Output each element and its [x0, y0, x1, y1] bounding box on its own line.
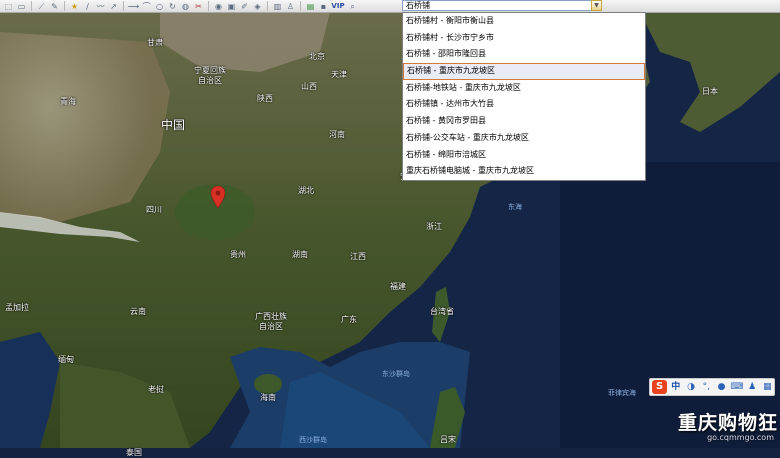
- map-label-china: 中国: [161, 118, 186, 132]
- map-label-beijing: 北京: [309, 52, 325, 61]
- ime-toolbar: S 中 ◑ °, ● ⌨ ♟ ▦: [649, 378, 775, 396]
- circle-icon[interactable]: ○: [153, 1, 166, 12]
- map-label-yunnan: 云南: [130, 307, 146, 316]
- map-label-laos: 老挝: [148, 385, 164, 394]
- photo-icon[interactable]: ▣: [225, 1, 238, 12]
- ime-lang-toggle[interactable]: 中: [669, 380, 682, 394]
- ruler-icon[interactable]: ⟋: [35, 1, 48, 12]
- arrow-icon[interactable]: ↗: [107, 1, 120, 12]
- map-label-sichuan: 四川: [146, 205, 162, 214]
- polyline-icon[interactable]: 〰: [94, 1, 107, 12]
- toolbox-icon[interactable]: ▦: [761, 380, 774, 394]
- map-label-hubei: 湖北: [298, 186, 314, 195]
- map-label-jiangxi: 江西: [350, 252, 366, 261]
- map-label-shanxi: 山西: [301, 82, 317, 91]
- suggestion-item[interactable]: 石桥铺村 - 衡阳市衡山县: [403, 13, 645, 30]
- sogou-logo-icon[interactable]: S: [652, 380, 668, 394]
- star-icon[interactable]: ★: [68, 1, 81, 12]
- map-label-myanmar: 缅甸: [58, 355, 74, 364]
- rotate-icon[interactable]: ↻: [166, 1, 179, 12]
- paint-icon[interactable]: ◍: [179, 1, 192, 12]
- map-label-philippine-sea: 菲律宾海: [608, 389, 636, 397]
- eraser-icon[interactable]: ✐: [238, 1, 251, 12]
- suggestion-item[interactable]: 石桥铺 - 邵阳市隆回县: [403, 46, 645, 63]
- toolbar-separator: [31, 1, 32, 11]
- map-label-bangladesh: 孟加拉: [5, 303, 29, 312]
- map-label-henan: 河南: [329, 130, 345, 139]
- suggestion-item[interactable]: 石桥铺 - 绵阳市涪城区: [403, 147, 645, 164]
- toolbar-separator: [64, 1, 65, 11]
- layers-icon[interactable]: ◈: [251, 1, 264, 12]
- suggestion-item[interactable]: 石桥铺镇 - 达州市大竹县: [403, 96, 645, 113]
- map-label-thailand: 泰国: [126, 448, 142, 457]
- map-label-ningxia: 宁夏回族 自治区: [194, 66, 226, 85]
- globe-icon[interactable]: ◉: [212, 1, 225, 12]
- suggestion-item[interactable]: 石桥铺 - 重庆市九龙坡区: [403, 63, 645, 80]
- line-icon[interactable]: ∕: [81, 1, 94, 12]
- suggestion-item[interactable]: 石桥铺-公交车站 - 重庆市九龙坡区: [403, 130, 645, 147]
- half-width-icon[interactable]: ◑: [684, 380, 697, 394]
- suggestion-item[interactable]: 石桥铺-地铁站 - 重庆市九龙坡区: [403, 80, 645, 97]
- map-label-east-sea: 东海: [508, 203, 522, 211]
- vip-icon[interactable]: VIP: [330, 2, 346, 10]
- voice-icon[interactable]: ●: [715, 380, 728, 394]
- map-label-hunan: 湖南: [292, 250, 308, 259]
- location-pin-icon[interactable]: [211, 186, 225, 208]
- map-label-gansu: 甘肃: [147, 38, 163, 47]
- place-search-input[interactable]: [402, 0, 602, 11]
- map-label-guangxi: 广西壮族 自治区: [255, 312, 287, 331]
- map-label-hainan: 海南: [260, 393, 276, 402]
- map-label-guizhou: 贵州: [230, 250, 246, 259]
- search-zoom-icon[interactable]: ⌕: [346, 1, 359, 12]
- map-label-guangdong: 广东: [341, 315, 357, 324]
- rect-select-icon[interactable]: ▭: [15, 1, 28, 12]
- map-label-lvsong: 吕宋: [440, 435, 456, 444]
- person-icon[interactable]: ♙: [284, 1, 297, 12]
- toolbar: ⬚ ▭ ⟋ ✎ ★ ∕ 〰 ↗ ⟶ ⌒ ○ ↻ ◍ ✂ ◉ ▣ ✐ ◈ ▥ ♙ …: [0, 0, 780, 13]
- window-icon[interactable]: ▤: [304, 1, 317, 12]
- search-suggestions-dropdown: 石桥铺村 - 衡阳市衡山县 石桥铺村 - 长沙市宁乡市 石桥铺 - 邵阳市隆回县 石桥…: [402, 12, 646, 181]
- punctuation-icon[interactable]: °,: [700, 380, 713, 394]
- cut-icon[interactable]: ✂: [192, 1, 205, 12]
- map-label-dongsha: 东沙群岛: [382, 370, 410, 378]
- map-label-fujian: 福建: [390, 282, 406, 291]
- map-label-taiwan: 台湾省: [430, 307, 454, 316]
- chevron-down-icon[interactable]: ▼: [591, 0, 602, 11]
- map-label-qinghai: 青海: [60, 97, 76, 106]
- map-label-japan: 日本: [702, 87, 718, 96]
- curve-icon[interactable]: ⌒: [140, 1, 153, 12]
- map-label-xisha: 西沙群岛: [299, 436, 327, 444]
- toolbar-separator: [208, 1, 209, 11]
- select-icon[interactable]: ⬚: [2, 1, 15, 12]
- skin-icon[interactable]: ♟: [745, 380, 758, 394]
- toolbar-separator: [300, 1, 301, 11]
- watermark: 重庆购物狂 go.cqmmgo.com: [650, 408, 780, 448]
- pen-icon[interactable]: ✎: [48, 1, 61, 12]
- toolbar-icons: ⬚ ▭ ⟋ ✎ ★ ∕ 〰 ↗ ⟶ ⌒ ○ ↻ ◍ ✂ ◉ ▣ ✐ ◈ ▥ ♙ …: [0, 0, 359, 12]
- watermark-title: 重庆购物狂: [677, 412, 778, 434]
- map-label-zhejiang: 浙江: [426, 222, 442, 231]
- chat-icon[interactable]: ▪: [317, 1, 330, 12]
- suggestion-item[interactable]: 重庆石桥铺电脑城 - 重庆市九龙坡区: [403, 163, 645, 180]
- watermark-url: go.cqmmgo.com: [707, 433, 774, 442]
- toolbar-separator: [267, 1, 268, 11]
- map-label-tianjin: 天津: [331, 70, 347, 79]
- chart-icon[interactable]: ▥: [271, 1, 284, 12]
- map-label-shaanxi: 陕西: [257, 94, 273, 103]
- line-tool-icon[interactable]: ⟶: [127, 1, 140, 12]
- keyboard-icon[interactable]: ⌨: [730, 380, 743, 394]
- suggestion-item[interactable]: 石桥铺村 - 长沙市宁乡市: [403, 30, 645, 47]
- toolbar-separator: [123, 1, 124, 11]
- suggestion-item[interactable]: 石桥铺 - 黄冈市罗田县: [403, 113, 645, 130]
